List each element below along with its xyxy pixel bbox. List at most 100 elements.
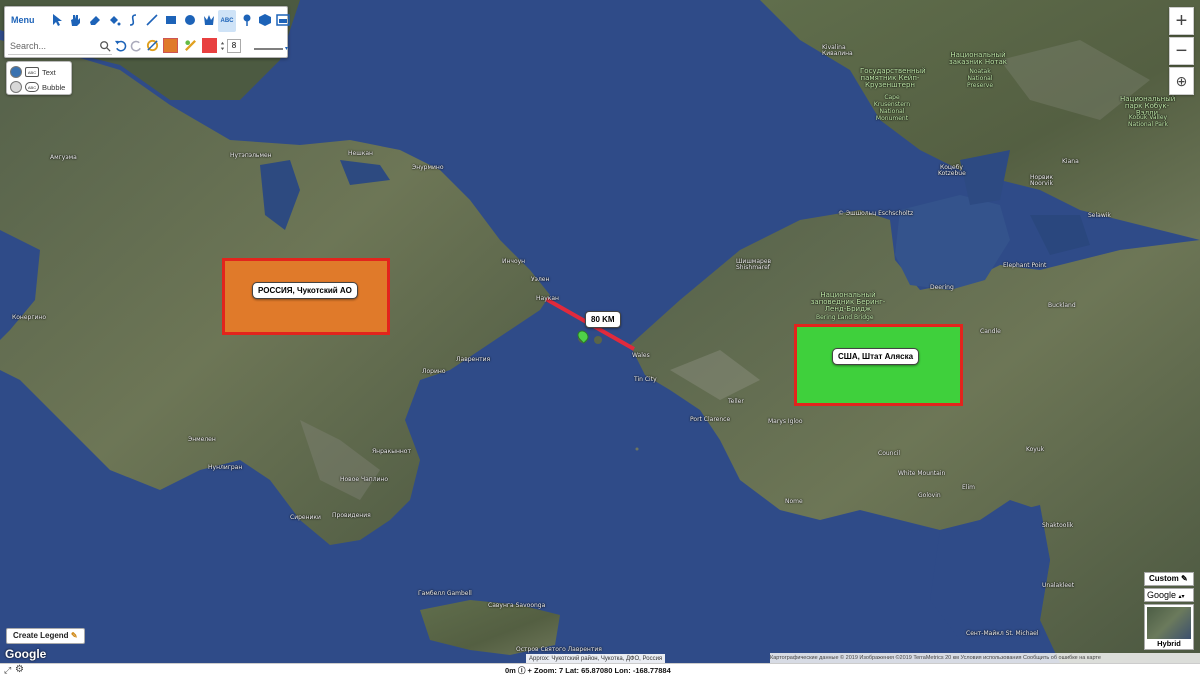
label-style-panel: ABC Text ABC Bubble bbox=[6, 61, 72, 95]
place-label: Elim bbox=[962, 484, 975, 491]
place-label: Wales bbox=[632, 352, 650, 359]
zoom-in-button[interactable]: + bbox=[1169, 7, 1194, 35]
cube-3d-icon[interactable] bbox=[257, 12, 273, 28]
place-label: Национальный заказник Нотак bbox=[949, 51, 1007, 66]
locate-me-icon[interactable]: ⊕ bbox=[1169, 67, 1194, 95]
fill-bucket-icon[interactable] bbox=[106, 12, 122, 28]
text-style-label: Text bbox=[42, 67, 56, 77]
map-provider-select[interactable]: Google ▴▾ bbox=[1144, 588, 1194, 602]
gear-icon[interactable]: ⚙ bbox=[15, 664, 24, 675]
menu-button[interactable]: Menu bbox=[11, 15, 35, 25]
russia-region-label[interactable]: РОССИЯ, Чукотский АО bbox=[252, 282, 358, 299]
lat-value: Lat: 65.87080 bbox=[565, 666, 613, 675]
place-label: Tin City bbox=[634, 376, 657, 383]
size-input[interactable]: 8 bbox=[227, 39, 241, 53]
freehand-curve-icon[interactable] bbox=[125, 12, 141, 28]
place-label: Гамбелл Gambell bbox=[418, 590, 472, 597]
status-bar: ⤢ ⚙ 0m ⓘ + Zoom: 7 Lat: 65.87080 Lon: -1… bbox=[0, 663, 1200, 675]
undo-icon[interactable] bbox=[113, 38, 128, 53]
distance-label[interactable]: 80 KM bbox=[585, 311, 621, 328]
place-label: Elephant Point bbox=[1003, 262, 1047, 269]
pin-marker-icon[interactable] bbox=[239, 12, 255, 28]
place-label: Сент-Майкл St. Michael bbox=[966, 630, 1039, 637]
place-label: Янракыннот bbox=[372, 448, 411, 455]
place-label: Лаврентия bbox=[456, 356, 491, 363]
line-tool-icon[interactable] bbox=[144, 12, 160, 28]
hybrid-map-thumbnail[interactable]: Hybrid bbox=[1144, 604, 1194, 650]
usa-region-label[interactable]: США, Штат Аляска bbox=[832, 348, 920, 365]
custom-map-button[interactable]: Custom ✎ bbox=[1144, 572, 1194, 586]
place-label: Marys Igloo bbox=[768, 418, 803, 425]
info-icon[interactable]: ⓘ bbox=[518, 666, 526, 675]
place-label: Kobuk Valley National Park bbox=[1128, 114, 1168, 128]
fill-color-swatch[interactable] bbox=[163, 38, 178, 53]
elevation-value: 0m bbox=[505, 666, 516, 675]
radio-unselected-icon[interactable] bbox=[10, 81, 22, 93]
place-label: Council bbox=[878, 450, 901, 457]
radio-selected-icon[interactable] bbox=[10, 66, 22, 78]
text-style-option[interactable]: ABC Text bbox=[10, 65, 56, 79]
select-pointer-icon[interactable] bbox=[49, 12, 65, 28]
place-label: Kiana bbox=[1062, 158, 1079, 165]
place-label: Buckland bbox=[1048, 302, 1076, 309]
place-label: White Mountain bbox=[898, 470, 946, 477]
place-label: Лорино bbox=[422, 368, 446, 375]
zoom-value: Zoom: 7 bbox=[534, 666, 564, 675]
place-label: Энмелен bbox=[188, 436, 216, 443]
place-label: Deering bbox=[930, 284, 954, 291]
place-label: Noatak National Preserve bbox=[966, 68, 994, 89]
redo-icon[interactable] bbox=[129, 38, 144, 53]
bubble-label-icon: ABC bbox=[25, 82, 39, 92]
pencil-icon: ✎ bbox=[70, 631, 78, 640]
search-icon[interactable] bbox=[97, 38, 112, 53]
coordinates-readout: 0m ⓘ + Zoom: 7 Lat: 65.87080 Lon: -168.7… bbox=[505, 665, 671, 675]
place-label: Golovin bbox=[918, 492, 941, 499]
place-label: Нутэпэльмен bbox=[230, 152, 272, 159]
place-label: Кивалина bbox=[822, 50, 853, 57]
hybrid-preview-image bbox=[1147, 607, 1191, 639]
stroke-color-icon[interactable] bbox=[183, 38, 198, 53]
drawing-toolbar: Menu ABC 8 bbox=[4, 6, 291, 58]
place-label: Амгуэма bbox=[50, 154, 77, 161]
place-label: Остров Святого Лаврентия bbox=[516, 646, 602, 653]
image-overlay-icon[interactable] bbox=[275, 12, 291, 28]
lon-value: Lon: -168.77884 bbox=[614, 666, 671, 675]
eraser-icon[interactable] bbox=[87, 12, 103, 28]
crosshair-icon: + bbox=[527, 666, 532, 675]
line-color-icon[interactable] bbox=[145, 38, 160, 53]
zoom-out-button[interactable]: − bbox=[1169, 37, 1194, 65]
place-label: Noorvik bbox=[1030, 180, 1053, 187]
map-attribution[interactable]: Картографические данные © 2019 Изображен… bbox=[770, 653, 1200, 663]
rectangle-tool-icon[interactable] bbox=[163, 12, 179, 28]
place-label: Государственный памятник Кейп-Крузенштер… bbox=[860, 67, 926, 89]
fullscreen-icon[interactable]: ⤢ bbox=[4, 665, 11, 675]
place-label: Kotzebue bbox=[938, 170, 966, 177]
text-tool-icon[interactable]: ABC bbox=[218, 10, 236, 32]
place-label: Савунга Savoonga bbox=[488, 602, 546, 609]
text-label-icon: ABC bbox=[25, 67, 39, 77]
circle-tool-icon[interactable] bbox=[182, 12, 198, 28]
hybrid-label: Hybrid bbox=[1157, 639, 1181, 648]
polygon-tool-icon[interactable] bbox=[201, 12, 217, 28]
size-stepper-icon[interactable] bbox=[219, 38, 225, 53]
place-label: Candle bbox=[980, 328, 1001, 335]
hand-pan-icon[interactable] bbox=[67, 12, 83, 28]
stroke-color-swatch[interactable] bbox=[202, 38, 217, 53]
place-label: Shishmaref bbox=[736, 264, 770, 271]
custom-label: Custom bbox=[1149, 574, 1179, 583]
place-label: Koyuk bbox=[1026, 446, 1045, 453]
place-label: Инчоун bbox=[502, 258, 526, 265]
pencil-icon: ✎ bbox=[1181, 574, 1188, 583]
place-label: Конергино bbox=[12, 314, 46, 321]
line-style-select[interactable] bbox=[253, 41, 289, 51]
place-label: Уэлен bbox=[531, 276, 550, 283]
place-label: © Эшшольц Eschscholtz bbox=[838, 210, 914, 217]
usa-region-box[interactable] bbox=[794, 324, 963, 406]
create-legend-button[interactable]: Create Legend ✎ bbox=[6, 628, 85, 644]
create-legend-label: Create Legend bbox=[13, 631, 69, 640]
stepper-icon: ▴▾ bbox=[1178, 594, 1185, 600]
bubble-style-option[interactable]: ABC Bubble bbox=[10, 80, 65, 94]
satellite-map[interactable]: Kivalina Кивалина Национальный заказник … bbox=[0, 0, 1200, 663]
place-label: Selawik bbox=[1088, 212, 1111, 219]
place-label: Shaktoolik bbox=[1042, 522, 1074, 529]
